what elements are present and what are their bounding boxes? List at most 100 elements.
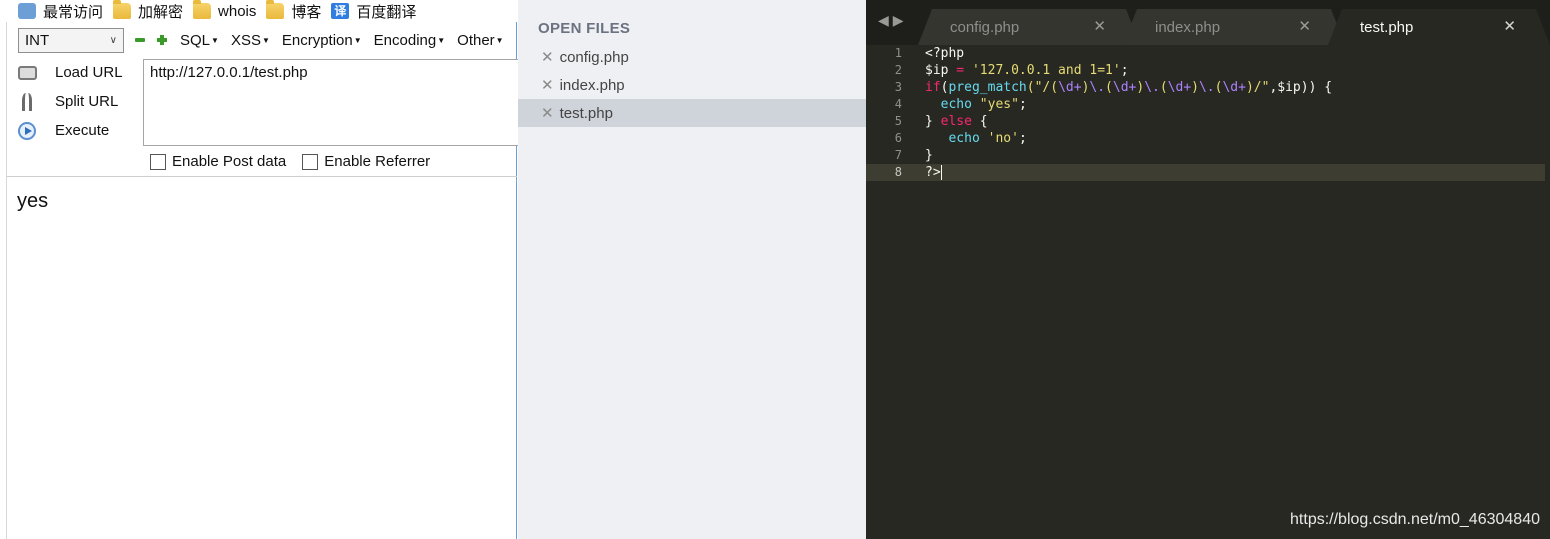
close-icon[interactable]: ✕ [1503,17,1516,35]
line-number: 6 [894,131,902,145]
menu-other[interactable]: Other ▼ [457,32,503,49]
sidebar-file-test[interactable]: ✕ test.php [518,99,866,127]
url-value: http://127.0.0.1/test.php [150,64,308,81]
line-number: 8 [866,164,922,181]
bookmark-baidu-translate[interactable]: 译 百度翻译 [331,0,416,22]
code-area[interactable]: <?php $ip = '127.0.0.1 and 1=1'; if (preg… [922,45,1545,181]
code-punct: ,$ip)) { [1269,80,1333,95]
tab-nav-arrows[interactable]: ◀▶ [878,12,908,29]
bookmark-encryption[interactable]: 加解密 [113,0,183,22]
folder-icon [113,0,132,19]
close-icon[interactable]: ✕ [1298,17,1311,35]
tab-label: test.php [1360,18,1414,36]
php-open-tag: <?php [925,46,965,61]
bookmark-whois[interactable]: whois [193,0,256,22]
chevron-down-icon: ∨ [109,34,117,46]
page-output: yes [17,190,49,212]
sidebar-file-index[interactable]: ✕ index.php [518,71,866,99]
option-label: Enable Post data [172,153,287,170]
code-line: ?> [922,164,1545,181]
folder-icon [266,0,285,19]
screen: 最常访问 加解密 whois 博客 译 百度翻译 INT ∨ SQL ▼ XSS… [0,0,1550,539]
close-icon[interactable]: ✕ [541,76,554,94]
enable-referrer-option[interactable]: Enable Referrer [302,153,430,170]
code-line: echo "yes"; [925,96,1545,113]
tab-label: config.php [950,18,1020,36]
line-number: 4 [894,97,902,111]
code-string: ( [1159,80,1168,95]
code-line: echo 'no'; [925,130,1545,147]
code-string: "yes" [979,97,1019,112]
menu-encoding[interactable]: Encoding ▼ [374,32,445,49]
code-escape: \d+ [1112,80,1137,95]
code-string: ("/ [1026,80,1051,95]
code-escape: \d+ [1058,80,1082,95]
tab-config[interactable]: config.php ✕ [918,9,1140,45]
code-operator: = [948,63,972,78]
load-url-button[interactable]: Load URL [16,58,142,87]
code-line: } else { [925,113,1545,130]
execute-label: Execute [55,122,110,139]
file-label: config.php [559,48,629,66]
open-files-sidebar: OPEN FILES ✕ config.php ✕ index.php ✕ te… [518,0,866,539]
caret-down-icon: ▼ [211,35,219,45]
arrow-left-icon[interactable]: ◀ [878,12,893,28]
bookmark-label: 博客 [291,3,322,21]
sidebar-file-config[interactable]: ✕ config.php [518,43,866,71]
decrease-icon[interactable] [134,34,146,46]
menu-label: Encoding [373,31,437,49]
caret-down-icon: ▼ [353,35,362,45]
bookmark-blog[interactable]: 博客 [266,0,321,22]
code-punct: } [925,148,933,163]
code-line: } [925,147,1545,164]
code-string: ( [1105,80,1113,95]
close-icon[interactable]: ✕ [541,104,554,122]
bookmark-most-visited[interactable]: 最常访问 [18,0,103,22]
sidebar-title: OPEN FILES [538,20,631,37]
menu-label: Encryption [281,31,353,49]
code-escape: \. [1198,80,1215,95]
menu-xss[interactable]: XSS ▼ [231,32,270,49]
referrer-checkbox[interactable] [302,153,319,170]
bookmark-label: 最常访问 [43,3,104,21]
type-select[interactable]: INT ∨ [18,27,124,53]
caret-down-icon: ▼ [437,35,446,45]
text-cursor [940,165,942,180]
post-data-checkbox[interactable] [150,153,166,170]
code-escape: \d+ [1222,80,1246,95]
tab-test[interactable]: test.php ✕ [1328,9,1550,45]
code-line: <?php [925,45,1545,62]
tab-label: index.php [1155,18,1221,36]
scissors-icon [16,92,38,112]
close-icon[interactable]: ✕ [541,48,554,66]
code-function: preg_match [948,80,1027,95]
bookmarks-bar: 最常访问 加解密 whois 博客 译 百度翻译 [0,0,517,22]
translate-icon: 译 [331,3,350,19]
url-textarea[interactable]: http://127.0.0.1/test.php [143,59,518,146]
code-string: ( [1050,80,1059,95]
split-url-button[interactable]: Split URL [16,87,142,116]
close-icon[interactable]: ✕ [1093,17,1106,35]
menu-encryption[interactable]: Encryption ▼ [282,32,362,49]
enable-post-data-option[interactable]: Enable Post data [150,153,286,170]
file-label: index.php [559,76,625,94]
play-icon [16,121,38,141]
editor-tab-bar: ◀▶ config.php ✕ index.php ✕ test.php ✕ [866,0,1550,45]
menu-sql[interactable]: SQL ▼ [180,32,219,49]
code-escape: \d+ [1167,80,1192,95]
line-number: 5 [894,114,902,128]
code-punct: ; [1018,97,1027,112]
increase-icon[interactable] [156,34,168,46]
arrow-right-icon[interactable]: ▶ [893,12,908,28]
clock-icon [18,3,36,19]
code-string: ) [1136,80,1145,95]
code-string: '127.0.0.1 and 1=1' [971,63,1121,78]
execute-button[interactable]: Execute [16,116,142,145]
code-line: $ip = '127.0.0.1 and 1=1'; [925,62,1545,79]
code-editor: ◀▶ config.php ✕ index.php ✕ test.php ✕ 1… [866,0,1550,539]
bookmark-label: whois [218,2,257,20]
menu-label: SQL [180,31,211,49]
tab-index[interactable]: index.php ✕ [1123,9,1345,45]
code-punct: { [971,114,988,129]
watermark: https://blog.csdn.net/m0_46304840 [1290,511,1540,528]
